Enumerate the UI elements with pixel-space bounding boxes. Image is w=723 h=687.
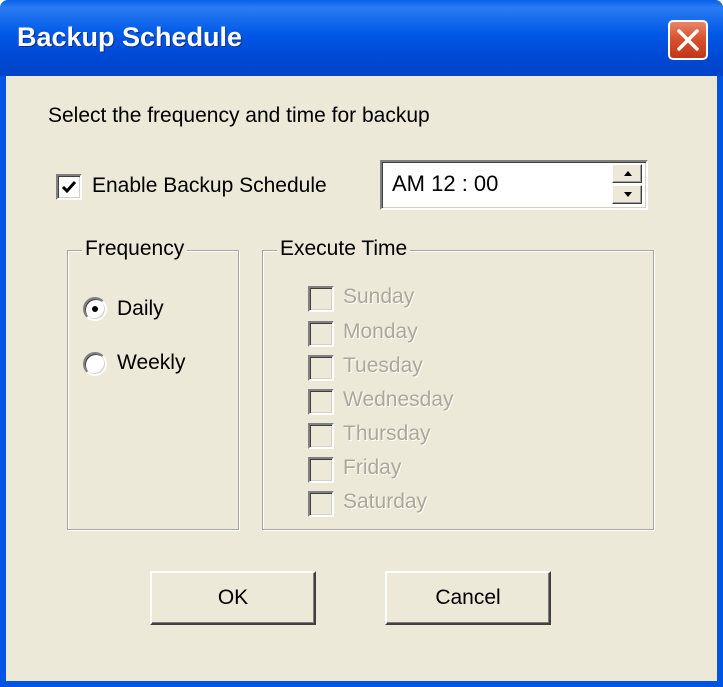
day-label-thursday: Thursday [343,422,431,445]
execute-time-group: Execute Time Sunday Monday Tuesday Wedne… [262,237,654,530]
enable-schedule-label[interactable]: Enable Backup Schedule [92,174,327,198]
arrow-up-icon [624,171,632,176]
day-checkbox-thursday[interactable] [308,423,334,449]
day-label-saturday: Saturday [343,490,428,513]
day-label-monday: Monday [343,320,418,343]
arrow-down-icon [624,192,632,197]
close-icon [677,29,699,51]
day-checkbox-wednesday[interactable] [308,389,334,415]
execute-time-legend: Execute Time [277,237,411,261]
day-checkbox-tuesday[interactable] [308,355,334,381]
day-checkbox-sunday[interactable] [308,286,334,312]
day-checkbox-monday[interactable] [308,321,334,347]
enable-schedule-checkbox[interactable] [56,174,82,200]
day-label-friday: Friday [343,456,402,479]
ok-button[interactable]: OK [150,571,316,625]
time-up-button[interactable] [612,164,642,183]
cancel-button[interactable]: Cancel [385,571,551,625]
radio-weekly[interactable] [83,352,107,376]
radio-selected-dot [92,306,98,312]
window-title: Backup Schedule [17,22,243,52]
radio-weekly-label[interactable]: Weekly [117,351,185,375]
dialog-body: Select the frequency and time for backup… [6,76,717,681]
day-label-sunday: Sunday [343,285,415,308]
day-checkbox-saturday[interactable] [308,491,334,517]
time-picker[interactable]: AM 12 : 00 [380,160,648,210]
radio-daily-label[interactable]: Daily [117,297,164,321]
dialog-window: Backup Schedule Select the frequency and… [0,0,723,687]
instruction-text: Select the frequency and time for backup [48,104,430,127]
day-label-wednesday: Wednesday [343,388,454,411]
frequency-legend: Frequency [82,237,188,261]
time-value[interactable]: AM 12 : 00 [392,171,498,197]
close-button[interactable] [668,20,708,60]
time-down-button[interactable] [612,185,642,204]
frequency-group: Frequency Daily Weekly [67,237,239,530]
checkmark-icon [61,181,77,194]
title-bar[interactable]: Backup Schedule [0,0,723,76]
day-label-tuesday: Tuesday [343,354,423,377]
day-checkbox-friday[interactable] [308,457,334,483]
radio-daily[interactable] [83,297,107,321]
